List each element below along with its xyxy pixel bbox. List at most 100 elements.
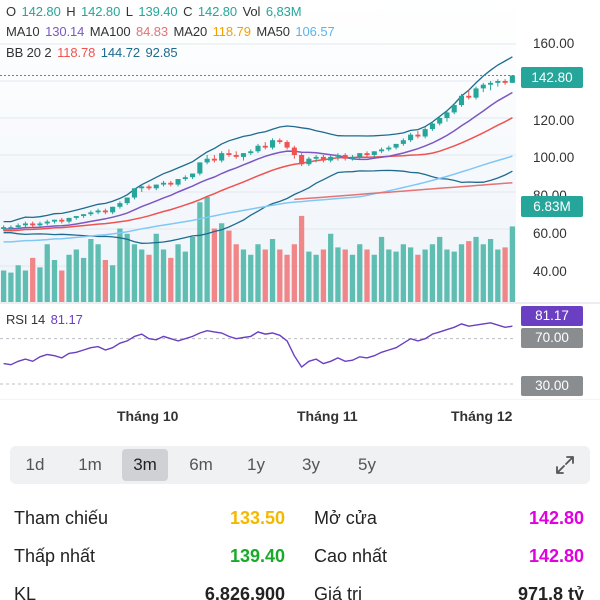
trade-value-value: 971,8 tỷ (517, 584, 584, 600)
candle-body (299, 155, 305, 165)
y-tick-100: 100.00 (533, 150, 575, 165)
ma10-value: 130.14 (45, 24, 85, 39)
volume-bar (8, 272, 14, 302)
month-label-nov: Tháng 11 (297, 408, 358, 424)
rsi-line (3, 322, 513, 369)
candle-body (429, 123, 435, 130)
volume-bar (182, 251, 188, 302)
candle-body (437, 118, 443, 124)
y-tick-160: 160.00 (533, 36, 575, 51)
volume-bar (378, 236, 385, 302)
candle-body (248, 151, 254, 154)
volume-bar (255, 244, 261, 302)
volume-bar (277, 249, 283, 302)
volume-bar (306, 251, 312, 302)
volume-bar (80, 257, 87, 302)
candle-body (422, 129, 428, 137)
high-price-label: Cao nhất (314, 546, 388, 566)
chart-canvas[interactable] (0, 0, 600, 400)
ma50-label: MA50 (256, 24, 290, 39)
candle-body (95, 210, 101, 213)
volume-bar (437, 236, 443, 302)
candle-body (488, 82, 494, 85)
high-price-value: 142.80 (528, 546, 584, 566)
candle-body (153, 184, 159, 189)
volume-bar (371, 254, 377, 302)
volume-info-label: KL (14, 584, 37, 600)
candle-body (66, 217, 72, 222)
volume-bar (473, 236, 479, 302)
volume-bar (139, 249, 145, 302)
volume-bar (153, 233, 159, 302)
volume-bar (189, 236, 196, 302)
candle-body (102, 210, 108, 213)
volume-bar (393, 251, 399, 302)
trade-value-label: Giá trị (314, 584, 363, 600)
ma100-value: 84.83 (135, 24, 169, 39)
volume-bar (444, 249, 450, 302)
range-1d-button[interactable]: 1d (12, 449, 58, 481)
volume-bar (110, 265, 116, 302)
bb-value-2: 144.72 (100, 45, 140, 60)
candle-body (168, 182, 174, 185)
volume-bar (88, 239, 94, 302)
open-price-value: 142.80 (528, 508, 584, 528)
close-value: 142.80 (197, 4, 238, 19)
volume-bar (51, 260, 58, 302)
volume-bar (429, 244, 436, 302)
candle-body (73, 216, 79, 218)
volume-bar (30, 257, 36, 302)
volume-bar (480, 244, 486, 302)
candle-body (226, 153, 232, 155)
candle-body (451, 105, 457, 113)
volume-bar (400, 244, 406, 302)
volume-bar (197, 202, 203, 302)
last-price-tag: 142.80 (521, 67, 583, 88)
high-value: 142.80 (81, 4, 121, 19)
candle-body (364, 153, 370, 155)
ma10-label: MA10 (6, 24, 40, 39)
range-3m-button[interactable]: 3m (122, 449, 168, 481)
candle-body (197, 162, 203, 174)
ma100-label: MA100 (89, 24, 131, 39)
close-label: C (183, 4, 193, 19)
volume-bar (204, 197, 210, 302)
volume-bar (422, 249, 428, 302)
candle-body (466, 95, 472, 98)
candle-body (211, 158, 217, 161)
volume-bar (262, 249, 268, 302)
candle-body (44, 221, 50, 224)
volume-bar (451, 251, 457, 302)
ma20-label: MA20 (173, 24, 208, 39)
bb-label: BB 20 2 (6, 45, 52, 60)
expand-icon[interactable] (554, 454, 576, 476)
high-label: H (66, 4, 76, 19)
range-1y-button[interactable]: 1y (233, 449, 279, 481)
candle-body (386, 147, 392, 150)
volume-bar (59, 270, 65, 302)
rsi-overbought-tag: 70.00 (521, 328, 583, 348)
price-chart[interactable]: O 142.80 H 142.80 L 139.40 C 142.80 Vol … (0, 0, 600, 424)
month-label-oct: Tháng 10 (117, 408, 179, 424)
range-5y-button[interactable]: 5y (344, 449, 390, 481)
candle-body (22, 223, 28, 226)
candle-body (269, 140, 276, 148)
volume-bar (211, 228, 218, 302)
volume-bar (22, 270, 29, 302)
candle-body (219, 153, 225, 161)
volume-bar (357, 244, 363, 302)
volume-bar (291, 244, 297, 302)
candle-body (357, 153, 363, 157)
range-1m-button[interactable]: 1m (67, 449, 113, 481)
candle-body (51, 219, 58, 222)
range-6m-button[interactable]: 6m (178, 449, 224, 481)
volume-bar (95, 244, 101, 302)
candle-body (37, 223, 43, 226)
candle-body (139, 186, 145, 189)
volume-bar (349, 254, 356, 302)
range-3y-button[interactable]: 3y (288, 449, 334, 481)
time-range-selector: 1d 1m 3m 6m 1y 3y 5y (10, 446, 590, 484)
volume-bar (117, 228, 123, 302)
volume-value: 6,83M (265, 4, 302, 19)
volume-bar (219, 223, 225, 302)
